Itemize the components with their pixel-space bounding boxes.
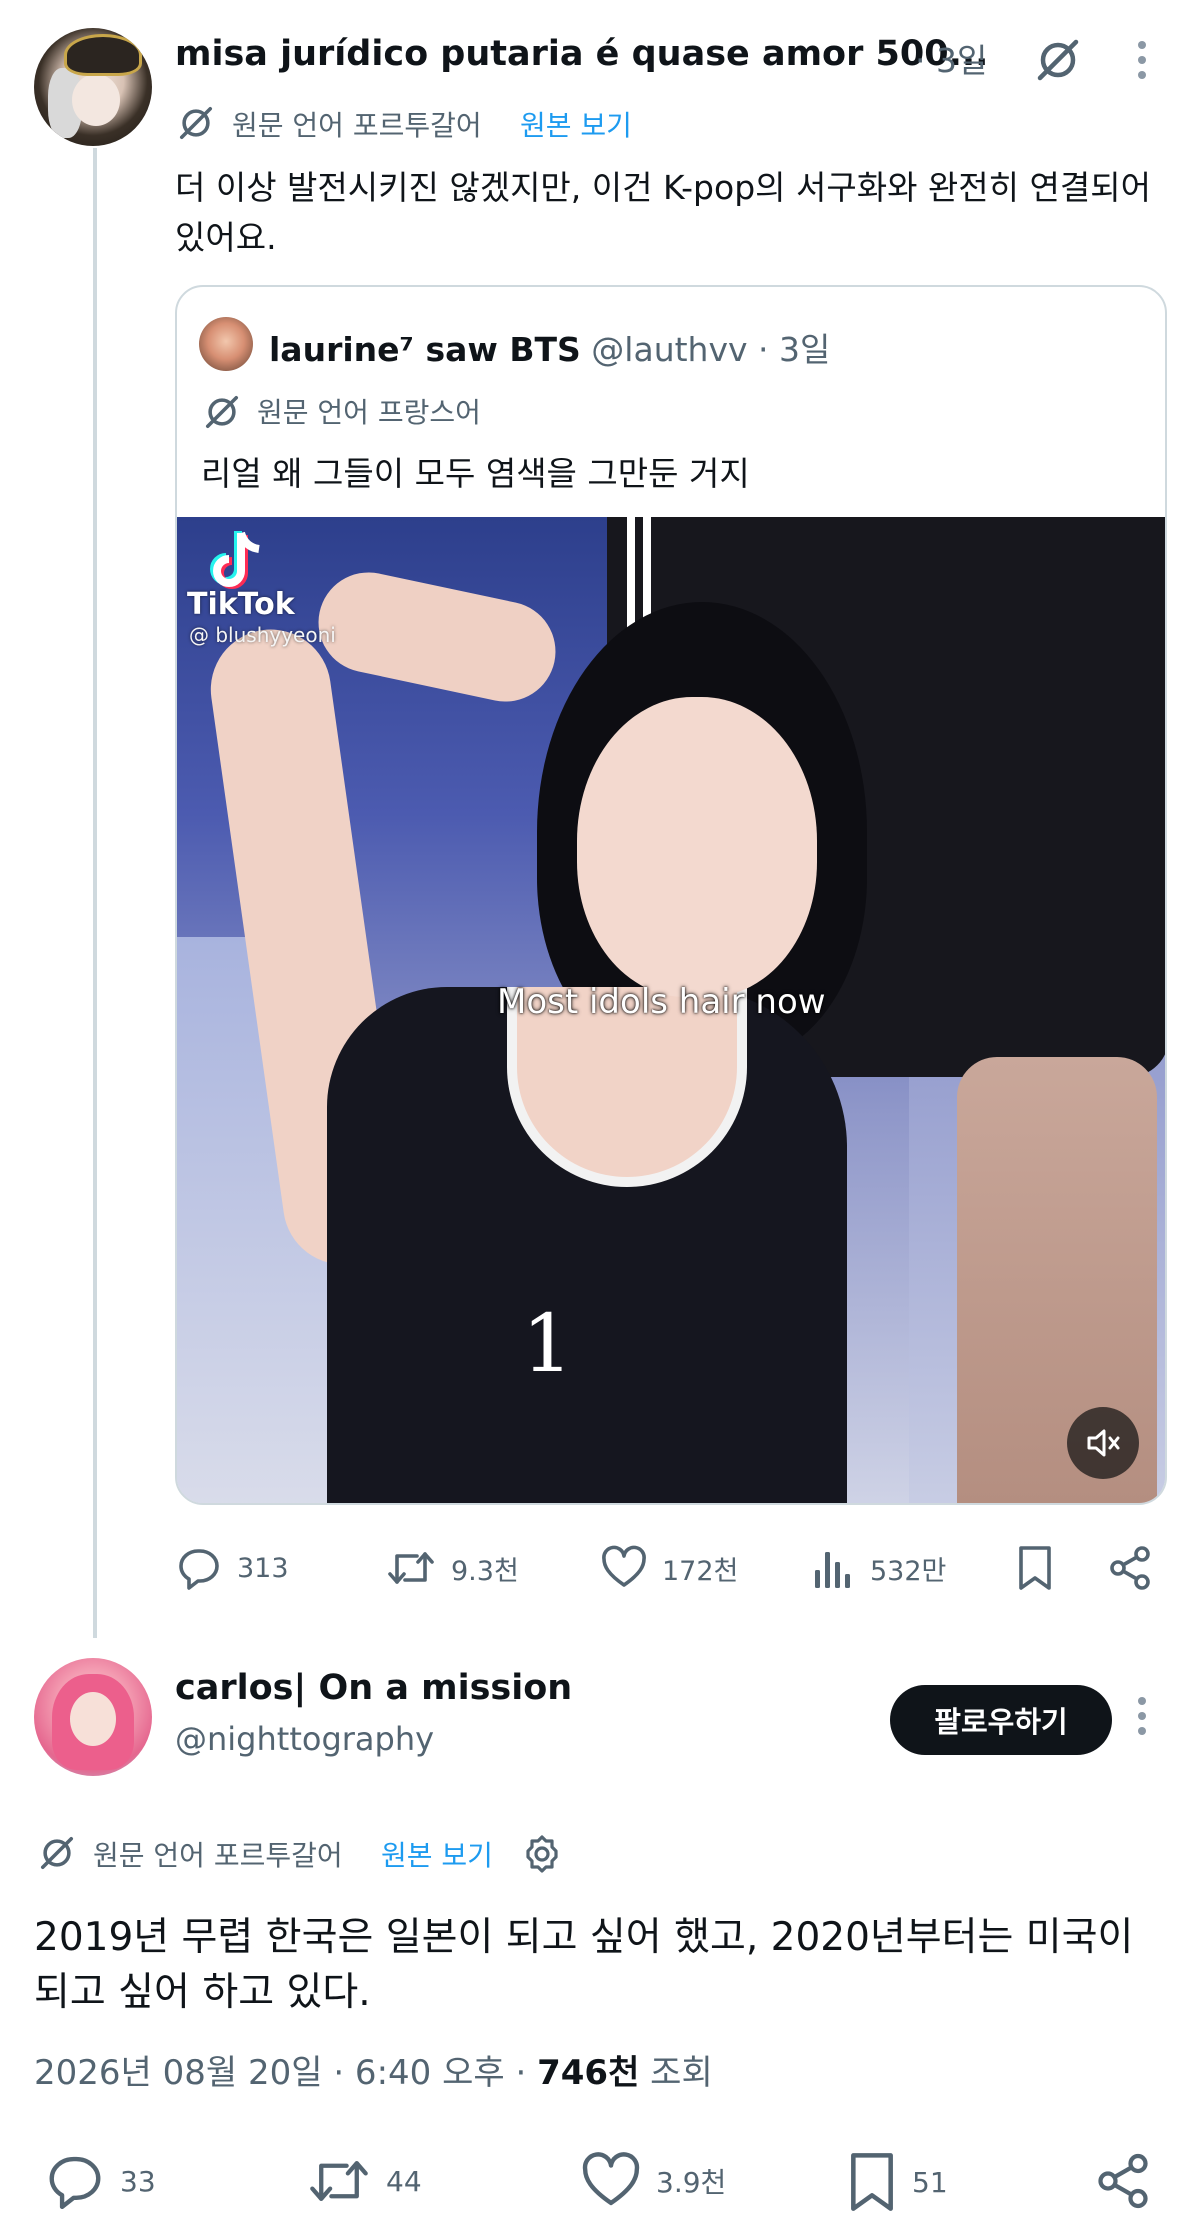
idol-hand (309, 563, 565, 711)
author-avatar[interactable] (34, 28, 152, 146)
translate-off-icon[interactable] (1028, 30, 1088, 90)
bookmark-icon[interactable] (1010, 1540, 1060, 1596)
reply-button[interactable]: 313 (175, 1544, 289, 1592)
translate-icon (201, 391, 243, 433)
quote-translation-note: 원문 언어 프랑스어 (257, 396, 481, 429)
quote-text: 리얼 왜 그들이 모두 염색을 그만둔 거지 (201, 454, 750, 493)
reply-count: 313 (237, 1552, 289, 1584)
post-time[interactable]: · 3일 (915, 34, 987, 82)
repost-button[interactable]: 9.3천 (385, 1544, 519, 1592)
quote-author-name[interactable]: laurine⁷ saw BTS (269, 330, 581, 369)
reply-button[interactable]: 33 (44, 2150, 156, 2212)
post-text: 더 이상 발전시키진 않겠지만, 이건 K-pop의 서구화와 완전히 연결되어… (175, 168, 1151, 257)
like-count: 172천 (662, 1555, 739, 1587)
like-button[interactable]: 172천 (600, 1544, 738, 1592)
bookmark-button[interactable]: 51 (846, 2150, 948, 2214)
repost-count: 9.3천 (451, 1555, 519, 1587)
views-button[interactable]: 532만 (812, 1544, 946, 1592)
translation-note: 원문 언어 포르투갈어 (93, 1839, 343, 1872)
avatar-hat (64, 34, 142, 76)
like-button[interactable]: 3.9천 (580, 2150, 726, 2212)
quote-time[interactable]: · 3일 (758, 330, 830, 369)
quote-author-avatar[interactable] (199, 317, 253, 371)
post-date[interactable]: 2026년 08월 20일 · 6:40 오후 · (34, 2053, 526, 2093)
post-views-count: 746천 (537, 2053, 640, 2093)
share-icon[interactable] (1090, 2148, 1156, 2214)
translation-settings-gear-icon[interactable] (520, 1832, 564, 1876)
quote-author-handle[interactable]: @lauthvv (591, 330, 747, 369)
mute-button[interactable] (1067, 1407, 1139, 1479)
view-original-link[interactable]: 원본 보기 (520, 104, 632, 144)
quoted-post[interactable]: laurine⁷ saw BTS @lauthvv · 3일 원문 언어 프랑스… (175, 285, 1167, 1505)
translate-icon (175, 102, 217, 144)
post-meta: 2026년 08월 20일 · 6:40 오후 · 746천 조회 (34, 2045, 713, 2094)
post-author-name[interactable]: misa jurídico putaria é quase amor 500..… (175, 34, 988, 74)
idol-face (577, 697, 817, 997)
more-options-icon[interactable] (1124, 32, 1160, 88)
reply-count: 33 (120, 2164, 156, 2198)
repost-count: 44 (386, 2164, 422, 2198)
follow-button[interactable]: 팔로우하기 (890, 1685, 1112, 1755)
jersey-number: 1 (522, 1297, 573, 1390)
video-caption: Most idols hair now (497, 982, 826, 1022)
post-views-label: 조회 (650, 2053, 713, 2093)
avatar-face (72, 74, 120, 126)
thread-line (93, 148, 97, 1638)
quote-header: laurine⁷ saw BTS @lauthvv · 3일 (269, 323, 830, 371)
more-options-icon[interactable] (1124, 1688, 1160, 1744)
bookmark-count: 51 (912, 2165, 948, 2199)
post-text: 2019년 무렵 한국은 일본이 되고 싶어 했고, 2020년부터는 미국이 … (34, 1915, 1134, 2015)
author-avatar[interactable] (34, 1658, 152, 1776)
repost-button[interactable]: 44 (306, 2150, 422, 2212)
post-author-name[interactable]: carlos| On a mission (175, 1668, 572, 1708)
share-icon[interactable] (1102, 1540, 1158, 1596)
post-author-handle[interactable]: @nighttography (175, 1720, 434, 1758)
video-media[interactable]: 1 TikTok @ blushyyeoni Most idols hair n… (177, 517, 1165, 1503)
view-original-link[interactable]: 원본 보기 (381, 1834, 493, 1874)
tiktok-handle: @ blushyyeoni (189, 623, 336, 647)
tiktok-watermark: TikTok (187, 587, 295, 622)
avatar-face (70, 1692, 116, 1746)
translate-icon (36, 1832, 78, 1874)
view-count: 532만 (870, 1555, 947, 1587)
like-count: 3.9천 (656, 2166, 727, 2199)
translation-note: 원문 언어 포르투갈어 (232, 109, 482, 142)
